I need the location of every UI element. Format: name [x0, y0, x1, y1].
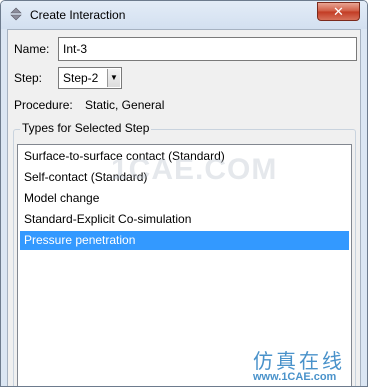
step-select-value: Step-2 [63, 71, 99, 85]
watermark-cn: 仿真在线 [253, 349, 345, 373]
close-icon: ✕ [333, 4, 344, 19]
step-select[interactable]: Step-2 ▼ [58, 67, 122, 89]
create-interaction-dialog: Create Interaction ✕ Name: Step: Step-2 … [0, 0, 368, 387]
procedure-label: Procedure: [14, 98, 73, 112]
step-label: Step: [14, 71, 43, 85]
abaqus-app-icon [10, 7, 22, 21]
chevron-down-icon[interactable]: ▼ [107, 69, 120, 87]
name-label: Name: [14, 42, 50, 56]
watermark-url: www.1CAE.com [253, 371, 337, 383]
watermark-center: 1CAE.COM [111, 153, 278, 186]
name-input[interactable] [58, 37, 357, 61]
window-title: Create Interaction [30, 8, 126, 22]
procedure-value: Static, General [85, 98, 165, 112]
list-item-pressure-penetration[interactable]: Pressure penetration [20, 231, 349, 250]
list-item-co-simulation[interactable]: Standard-Explicit Co-simulation [20, 210, 349, 229]
close-button[interactable]: ✕ [317, 2, 360, 21]
dialog-body: Name: Step: Step-2 ▼ Procedure: Static, … [7, 29, 361, 386]
title-bar[interactable]: Create Interaction ✕ [1, 1, 367, 29]
types-group-title: Types for Selected Step [20, 121, 152, 135]
list-item-model-change[interactable]: Model change [20, 189, 349, 208]
